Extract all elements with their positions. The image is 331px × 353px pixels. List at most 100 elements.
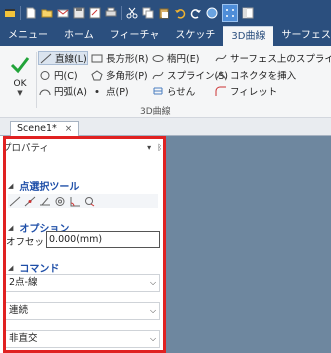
circle-label: 円(C) <box>54 71 78 82</box>
angle-tool-icon[interactable] <box>68 195 82 207</box>
ellipse-label: 楕円(E) <box>167 54 200 65</box>
open-folder-icon[interactable] <box>41 7 53 19</box>
connector-icon <box>214 69 228 81</box>
point-tools-section[interactable]: ◢ 点選択ツール <box>8 178 80 194</box>
chevron-down-icon: ⌵ <box>149 334 157 343</box>
document-tab-strip: Scene1* × <box>0 118 331 136</box>
tab-surface[interactable]: サーフェス <box>273 26 331 46</box>
circle-button[interactable]: 円(C) <box>38 68 78 82</box>
ribbon-group-label: 3D曲線 <box>140 107 171 117</box>
line-icon <box>39 52 53 64</box>
grid-snap-icon[interactable] <box>222 4 238 22</box>
close-icon[interactable]: × <box>65 122 73 136</box>
command-header: コマンド <box>19 264 60 275</box>
rectangle-icon <box>90 52 104 64</box>
tab-feature[interactable]: フィーチャ <box>102 26 168 46</box>
orthogonal-select[interactable]: 非直交 ⌵ <box>4 330 160 348</box>
3d-viewport[interactable] <box>164 136 331 353</box>
command-section[interactable]: ◢ コマンド <box>8 260 60 276</box>
arc-icon <box>38 85 52 97</box>
properties-panel: プロパティ ▾ ᛒ ◢ 点選択ツール ◢ オプション オフセット: 0.000(… <box>0 136 166 353</box>
circle-icon <box>38 69 52 81</box>
ellipse-icon <box>151 52 165 64</box>
command-mode-value: 2点-線 <box>9 277 38 288</box>
continuity-value: 連続 <box>9 305 29 316</box>
ok-button[interactable]: OK ▼ <box>4 50 36 106</box>
point-tools-bar <box>8 194 158 208</box>
point-icon <box>90 85 104 97</box>
tab-sketch[interactable]: スケッチ <box>167 26 223 46</box>
line-tool-icon[interactable] <box>8 195 22 207</box>
rectangle-label: 長方形(R) <box>106 54 149 65</box>
spline-icon <box>151 69 165 81</box>
surface-spline-label: サーフェス上のスプライン <box>230 54 331 65</box>
snap-line-icon[interactable] <box>23 195 37 207</box>
fillet-button[interactable]: フィレット <box>214 84 277 98</box>
orthogonal-value: 非直交 <box>9 333 38 344</box>
helix-label: らせん <box>167 87 196 98</box>
print-icon[interactable] <box>105 7 117 19</box>
helix-button[interactable]: らせん <box>151 84 195 98</box>
tab-3d-curve[interactable]: 3D曲線 <box>223 26 274 46</box>
insert-connector-button[interactable]: コネクタを挿入 <box>214 68 296 82</box>
document-tab[interactable]: Scene1* × <box>10 121 80 136</box>
polygon-button[interactable]: 多角形(P) <box>90 68 148 82</box>
panel-title: プロパティ <box>2 143 49 154</box>
arc-button[interactable]: 円弧(A) <box>38 84 87 98</box>
point-label: 点(P) <box>106 87 129 98</box>
chevron-down-icon: ▼ <box>17 89 23 97</box>
mail-icon[interactable] <box>57 7 69 19</box>
fillet-label: フィレット <box>230 87 278 98</box>
chevron-down-icon: ⌵ <box>149 306 157 315</box>
surface-spline-button[interactable]: サーフェス上のスプライン <box>214 51 331 65</box>
helix-icon <box>151 85 165 97</box>
polygon-label: 多角形(P) <box>106 71 148 82</box>
document-tab-label: Scene1* <box>17 123 57 134</box>
new-file-icon[interactable] <box>25 7 37 19</box>
ellipse-button[interactable]: 楕円(E) <box>151 51 199 65</box>
point-tools-header: 点選択ツール <box>19 182 80 193</box>
insert-connector-label: コネクタを挿入 <box>230 71 297 82</box>
app-menu-icon[interactable] <box>4 7 16 19</box>
quick-access-toolbar <box>0 0 331 26</box>
pin-icon[interactable]: ᛒ <box>157 143 162 152</box>
point-button[interactable]: 点(P) <box>90 84 129 98</box>
ribbon-tab-bar: メニュー ホーム フィーチャ スケッチ 3D曲線 サーフェス <box>0 26 331 46</box>
line-button[interactable]: 直線(L) <box>38 51 88 65</box>
polygon-icon <box>90 69 104 81</box>
collapse-triangle-icon: ◢ <box>8 223 14 232</box>
ribbon-separator <box>36 52 37 108</box>
target-circle-icon[interactable] <box>53 195 67 207</box>
continuity-select[interactable]: 連続 ⌵ <box>4 302 160 320</box>
undo-icon[interactable] <box>174 7 186 19</box>
save-icon[interactable] <box>73 7 85 19</box>
panel-toggle-icon[interactable] <box>242 7 254 19</box>
copy-icon[interactable] <box>142 7 154 19</box>
tab-menu[interactable]: メニュー <box>0 26 56 46</box>
toolbar-separator <box>20 6 21 20</box>
panel-menu-icon[interactable]: ▾ <box>147 143 151 152</box>
circle-pick-icon[interactable] <box>83 195 97 207</box>
tangent-tool-icon[interactable] <box>38 195 52 207</box>
command-mode-select[interactable]: 2点-線 ⌵ <box>4 274 160 292</box>
paste-icon[interactable] <box>158 7 170 19</box>
chevron-down-icon: ⌵ <box>149 278 157 287</box>
save-as-icon[interactable] <box>89 7 101 19</box>
offset-input[interactable]: 0.000(mm) <box>46 231 160 248</box>
collapse-triangle-icon: ◢ <box>8 263 14 272</box>
help-icon[interactable] <box>206 7 218 19</box>
panel-header: プロパティ ▾ ᛒ <box>2 140 162 155</box>
arc-label: 円弧(A) <box>54 87 87 98</box>
redo-icon[interactable] <box>190 7 202 19</box>
ok-label: OK <box>13 79 27 89</box>
toolbar-separator <box>121 6 122 20</box>
rectangle-button[interactable]: 長方形(R) <box>90 51 149 65</box>
surface-spline-icon <box>214 52 228 64</box>
cut-icon[interactable] <box>126 7 138 19</box>
fillet-icon <box>214 85 228 97</box>
checkmark-icon <box>10 57 30 74</box>
tab-home[interactable]: ホーム <box>56 26 102 46</box>
collapse-triangle-icon: ◢ <box>8 181 14 190</box>
line-label: 直線(L) <box>55 54 87 65</box>
ribbon-panel: OK ▼ 直線(L) 長方形(R) 楕円(E) サーフェス上のスプライン 円(C… <box>0 46 331 118</box>
